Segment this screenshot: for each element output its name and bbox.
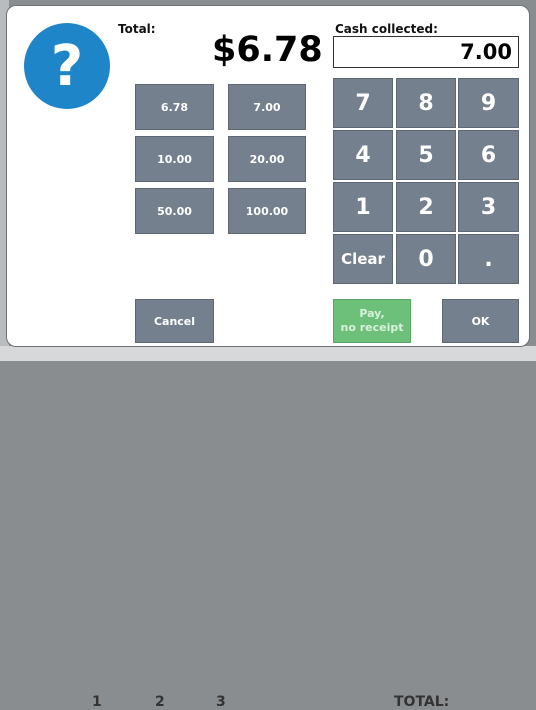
keypad-key-7[interactable]: 7 — [333, 78, 393, 128]
background-app-footer: 1 2 3 TOTAL: — [0, 346, 536, 710]
cash-collected-field[interactable]: 7.00 — [333, 36, 519, 68]
quick-amount-button[interactable]: 100.00 — [228, 188, 306, 234]
question-icon: ? — [24, 23, 110, 109]
cash-payment-dialog: ? Total: $6.78 Cash collected: 7.00 6.78… — [7, 6, 529, 346]
keypad-key-2[interactable]: 2 — [396, 182, 456, 232]
keypad-key-9[interactable]: 9 — [458, 78, 519, 128]
keypad-key-3[interactable]: 3 — [458, 182, 519, 232]
quick-amount-button[interactable]: 10.00 — [135, 136, 214, 182]
ok-button[interactable]: OK — [442, 299, 519, 343]
background-digit: 3 — [216, 694, 226, 710]
keypad-key-6[interactable]: 6 — [458, 130, 519, 180]
quick-amount-button[interactable]: 6.78 — [135, 84, 214, 130]
keypad-key-decimal[interactable]: . — [458, 234, 519, 284]
keypad-key-1[interactable]: 1 — [333, 182, 393, 232]
total-label: Total: — [118, 22, 156, 36]
total-amount: $6.78 — [212, 30, 323, 70]
background-digit: 2 — [155, 694, 165, 710]
cash-collected-label: Cash collected: — [335, 22, 438, 36]
background-total-label: TOTAL: — [394, 694, 450, 710]
keypad-key-4[interactable]: 4 — [333, 130, 393, 180]
quick-amount-button[interactable]: 20.00 — [228, 136, 306, 182]
keypad-clear-button[interactable]: Clear — [333, 234, 393, 284]
cancel-button[interactable]: Cancel — [135, 299, 214, 343]
background-digit: 1 — [92, 694, 102, 710]
quick-amount-button[interactable]: 50.00 — [135, 188, 214, 234]
keypad-key-5[interactable]: 5 — [396, 130, 456, 180]
quick-amount-button[interactable]: 7.00 — [228, 84, 306, 130]
keypad-key-0[interactable]: 0 — [396, 234, 456, 284]
pay-no-receipt-label-line1: Pay, — [359, 307, 385, 321]
pay-no-receipt-label-line2: no receipt — [340, 321, 404, 334]
pay-no-receipt-button[interactable]: Pay, no receipt — [333, 299, 411, 343]
keypad-key-8[interactable]: 8 — [396, 78, 456, 128]
